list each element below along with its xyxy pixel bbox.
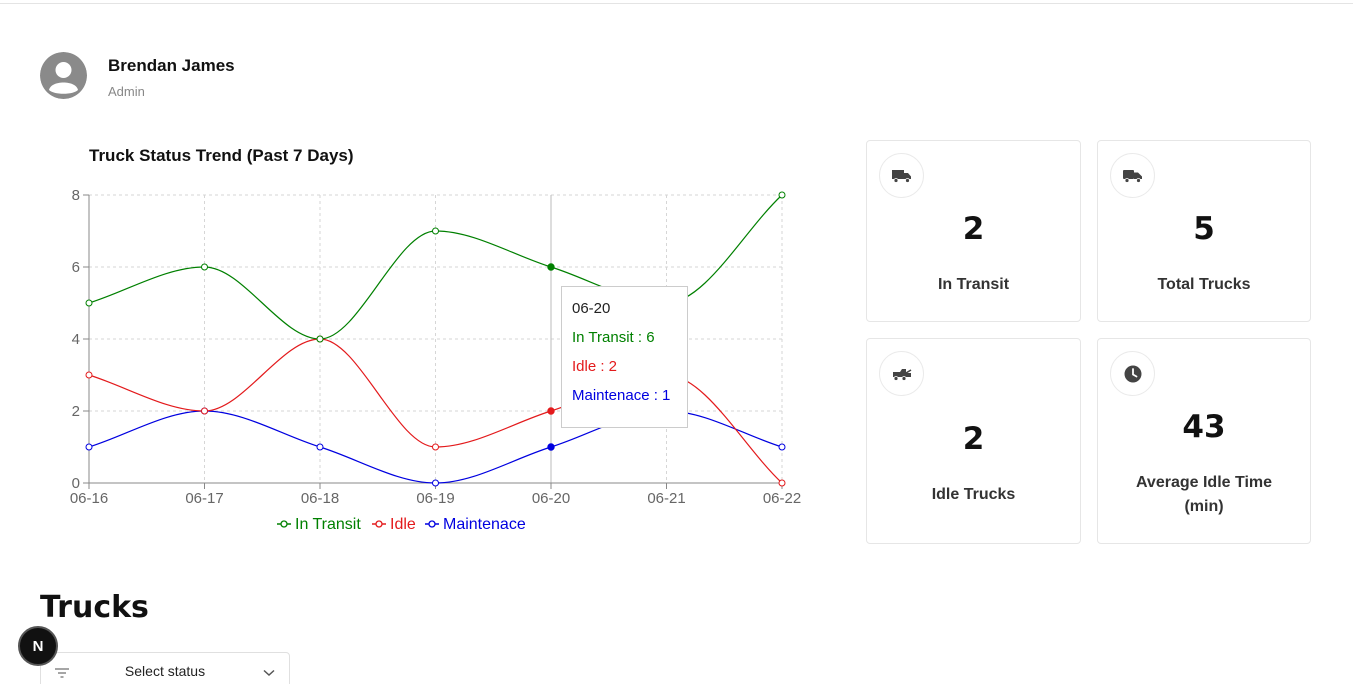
top-divider — [0, 3, 1353, 4]
average-idle-time-label: Average Idle Time (min) — [1135, 474, 1273, 515]
truck-icon — [1110, 153, 1155, 198]
chart-tooltip: 06-20 In Transit : 6 Idle : 2 Maintenace… — [561, 286, 688, 428]
data-point-maintenace — [432, 479, 439, 487]
x-tick-label: 06-20 — [532, 490, 570, 507]
data-point-in-transit — [547, 263, 555, 271]
tooltip-label: 06-20 — [572, 300, 611, 317]
legend-label-maintenace: Maintenace — [443, 516, 526, 533]
legend-label-idle: Idle — [390, 516, 416, 533]
tooltip-row-idle: Idle : 2 — [572, 358, 618, 375]
data-point-idle — [85, 371, 93, 379]
truck-status-line-chart[interactable]: 0246806-16 06-17 06-18 06-19 06-20 06-21 06-22… — [60, 180, 801, 540]
stat-card-total-trucks: 5 Total Trucks — [1097, 140, 1311, 322]
in-transit-value: 2 — [962, 211, 985, 247]
legend-marker-in-transit — [280, 520, 288, 528]
status-select-placeholder: Select status — [124, 663, 206, 679]
stat-card-average-idle-time: 43 Average Idle Time (min) — [1097, 338, 1311, 544]
x-tick-label: 06-18 — [301, 490, 339, 507]
tooltip-row-in-transit: In Transit : 6 — [572, 329, 655, 346]
data-point-idle — [547, 407, 555, 415]
x-tick-label: 06-21 — [647, 490, 685, 507]
x-tick-label: 06-16 — [70, 490, 108, 507]
x-tick-label: 06-17 — [185, 490, 223, 507]
data-point-in-transit — [432, 227, 439, 235]
data-point-maintenace — [778, 443, 786, 451]
chart-title: Truck Status Trend (Past 7 Days) — [89, 146, 354, 165]
data-point-in-transit — [85, 299, 93, 307]
trucks-section-title: Trucks — [40, 590, 149, 625]
data-point-idle — [778, 479, 786, 487]
stat-card-in-transit: 2 In Transit — [866, 140, 1081, 322]
nextjs-dev-badge[interactable]: N — [18, 626, 58, 666]
data-point-idle — [432, 443, 439, 451]
user-name: Brendan James — [108, 56, 235, 75]
idle-trucks-label: Idle Trucks — [931, 486, 1016, 503]
user-avatar-icon — [40, 52, 87, 99]
in-transit-label: In Transit — [937, 276, 1010, 293]
status-select[interactable]: Select status — [40, 652, 290, 684]
idle-trucks-value: 2 — [962, 421, 985, 457]
tooltip-row-maintenance: Maintenace : 1 — [572, 387, 671, 404]
data-point-maintenace — [316, 443, 324, 451]
total-trucks-label: Total Trucks — [1157, 276, 1251, 293]
data-point-in-transit — [201, 263, 208, 271]
badge-letter: N — [32, 637, 44, 655]
chevron-down-icon — [263, 664, 275, 682]
average-idle-time-value: 43 — [1182, 409, 1226, 445]
user-profile: Brendan James Admin — [40, 52, 235, 99]
truck-icon — [879, 153, 924, 198]
y-tick-label: 8 — [72, 187, 80, 204]
stat-card-idle-trucks: 2 Idle Trucks — [866, 338, 1081, 544]
legend-marker-idle — [375, 520, 383, 528]
data-point-maintenace — [85, 443, 93, 451]
tow-truck-icon — [879, 351, 924, 396]
clock-icon — [1110, 351, 1155, 396]
y-tick-label: 6 — [72, 259, 80, 276]
legend-label-in-transit: In Transit — [295, 516, 361, 533]
data-point-in-transit — [778, 191, 786, 199]
x-tick-label: 06-22 — [763, 490, 801, 507]
y-tick-label: 2 — [72, 403, 80, 420]
total-trucks-value: 5 — [1193, 211, 1215, 247]
data-point-in-transit — [316, 335, 324, 343]
y-tick-label: 4 — [72, 331, 80, 348]
data-point-idle — [201, 407, 208, 415]
user-role: Admin — [108, 84, 145, 99]
legend-marker-maintenace — [428, 520, 436, 528]
data-point-maintenace — [547, 443, 555, 451]
x-tick-label: 06-19 — [416, 490, 454, 507]
